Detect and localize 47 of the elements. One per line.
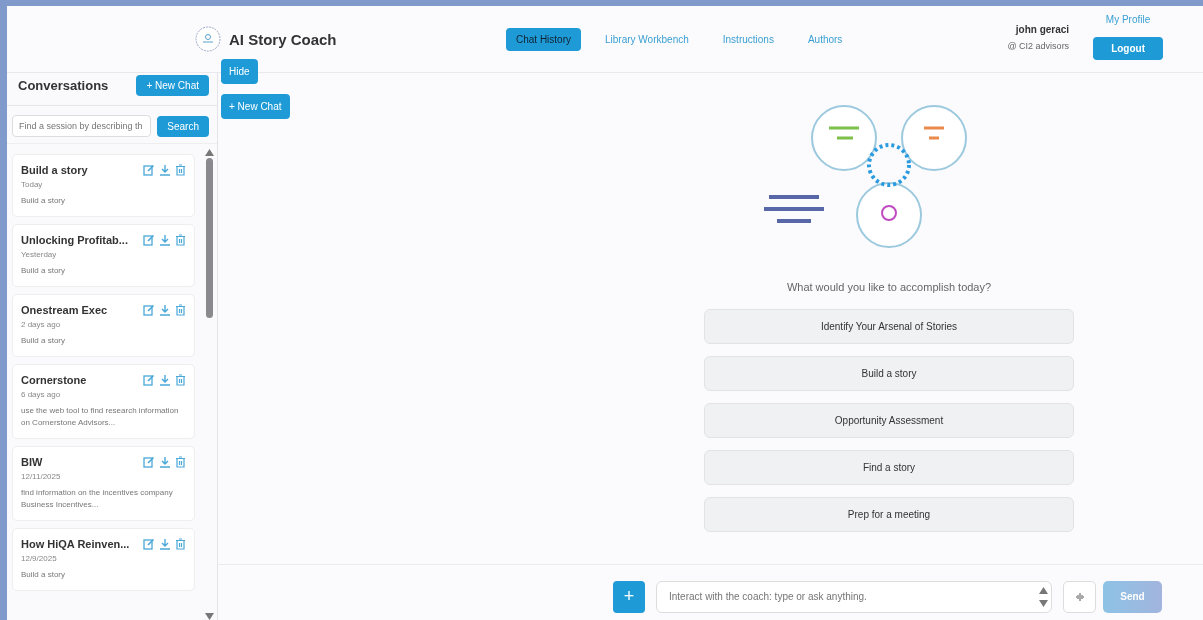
conversation-date: Yesterday: [21, 250, 58, 259]
message-input[interactable]: Interact with the coach: type or ask anything.: [656, 580, 1052, 613]
conversation-card[interactable]: Cornerstone 6 days ago use the web tool to find research information on Cornerstone Advisors...: [12, 364, 195, 439]
suggestion-button[interactable]: Find a story: [704, 450, 1074, 485]
conversation-date: 12/9/2025: [21, 554, 58, 563]
sidebar-title: Conversations: [18, 77, 109, 93]
hide-button[interactable]: Hide: [221, 59, 258, 84]
conversation-title: Unlocking Profitab...: [21, 234, 128, 246]
conversation-summary: Build a story: [21, 569, 67, 581]
suggestion-button[interactable]: Opportunity Assessment: [704, 403, 1074, 438]
nav-tab[interactable]: Instructions: [712, 27, 784, 51]
conversation-title: Cornerstone: [21, 374, 87, 386]
conversation-date: Today: [21, 180, 44, 189]
conversation-card[interactable]: Unlocking Profitab... Yesterday Build a story: [12, 224, 195, 287]
conversation-title: How HiQA Reinven...: [21, 538, 130, 550]
conversation-summary: Build a story: [21, 265, 67, 277]
app-title: AI Story Coach: [229, 30, 337, 48]
conversation-card[interactable]: How HiQA Reinven... 12/9/2025 Build a story: [12, 528, 195, 591]
conversation-summary: use the web tool to find research information on Cornerstone Advisors...: [21, 405, 180, 429]
search-button[interactable]: Search: [157, 115, 209, 137]
conversation-title: Build a story: [21, 164, 88, 176]
conversation-date: 12/11/2025: [21, 472, 62, 481]
suggestion-button[interactable]: Prep for a meeting: [704, 497, 1074, 532]
nav-tab[interactable]: Authors: [797, 27, 853, 51]
profile-link[interactable]: My Profile: [1105, 14, 1151, 25]
conversation-date: 2 days ago: [21, 320, 62, 329]
conversation-card[interactable]: Onestream Exec 2 days ago Build a story: [12, 294, 195, 357]
conversation-title: Onestream Exec: [21, 304, 108, 316]
conversation-card[interactable]: BIW 12/11/2025 find information on the incentives company Business Incentives...: [12, 446, 195, 521]
logout-button[interactable]: Logout: [1093, 37, 1163, 60]
conversation-date: 6 days ago: [21, 390, 62, 399]
prompt-text: What would you like to accomplish today?: [786, 281, 992, 293]
conversation-summary: find information on the incentives company Business Incentives...: [21, 487, 174, 511]
nav-tab[interactable]: Chat History: [506, 27, 581, 51]
user-name: john geraci: [1014, 23, 1070, 35]
new-chat-button[interactable]: + New Chat: [136, 74, 209, 96]
nav-tab[interactable]: Library Workbench: [595, 27, 699, 51]
add-button[interactable]: +: [613, 580, 645, 613]
new-chat-button[interactable]: + New Chat: [221, 94, 290, 119]
conversation-summary: Build a story: [21, 195, 67, 207]
conversation-card[interactable]: Build a story Today Build a story: [12, 154, 195, 217]
user-organization: @ CI2 advisors: [1007, 40, 1070, 51]
suggestion-button[interactable]: Identify Your Arsenal of Stories: [704, 309, 1074, 344]
conversation-title: BIW: [21, 456, 43, 468]
suggestion-button[interactable]: Build a story: [704, 356, 1074, 391]
conversation-summary: Build a story: [21, 335, 67, 347]
session-search-field[interactable]: Find a session by describing th: [12, 115, 152, 137]
